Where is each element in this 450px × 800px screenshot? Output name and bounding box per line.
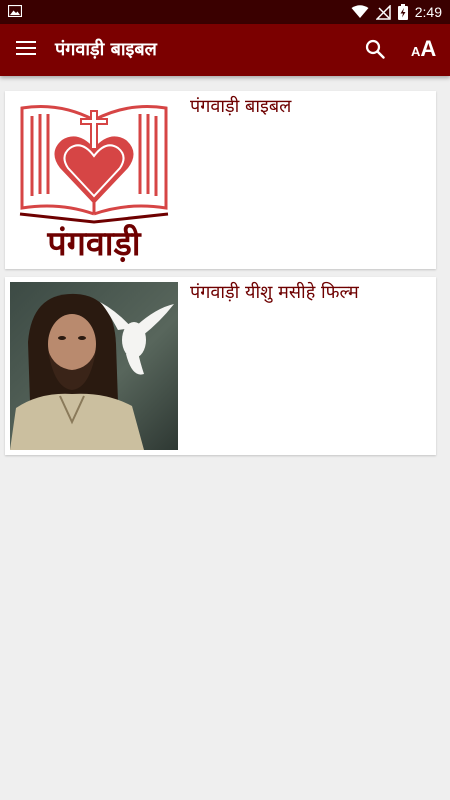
no-signal-icon bbox=[375, 4, 391, 20]
bible-logo-image: पंगवाड़ी bbox=[10, 96, 178, 264]
gallery-icon bbox=[8, 5, 22, 17]
font-size-icon[interactable]: AA bbox=[411, 36, 436, 62]
jesus-with-dove-photo bbox=[10, 282, 178, 450]
bible-logo-text: पंगवाड़ी bbox=[47, 224, 141, 264]
wifi-icon bbox=[351, 5, 369, 18]
hamburger-menu-icon[interactable] bbox=[16, 41, 36, 57]
list-item-title: पंगवाड़ी यीशु मसीहे फिल्म bbox=[190, 282, 359, 303]
app-bar: पंगवाड़ी बाइबल AA bbox=[0, 24, 450, 76]
battery-charging-icon bbox=[397, 4, 408, 20]
list-item-bible[interactable]: पंगवाड़ी पंगवाड़ी बाइबल bbox=[5, 91, 436, 269]
list-item-jesus-film[interactable]: पंगवाड़ी यीशु मसीहे फिल्म bbox=[5, 277, 436, 455]
search-icon[interactable] bbox=[364, 38, 386, 60]
page-title: पंगवाड़ी बाइबल bbox=[55, 39, 157, 60]
status-time: 2:49 bbox=[414, 4, 442, 20]
font-size-big-glyph: A bbox=[420, 36, 437, 61]
font-size-small-glyph: A bbox=[411, 44, 421, 59]
list-item-title: पंगवाड़ी बाइबल bbox=[190, 96, 292, 117]
status-bar: 2:49 bbox=[0, 0, 450, 24]
